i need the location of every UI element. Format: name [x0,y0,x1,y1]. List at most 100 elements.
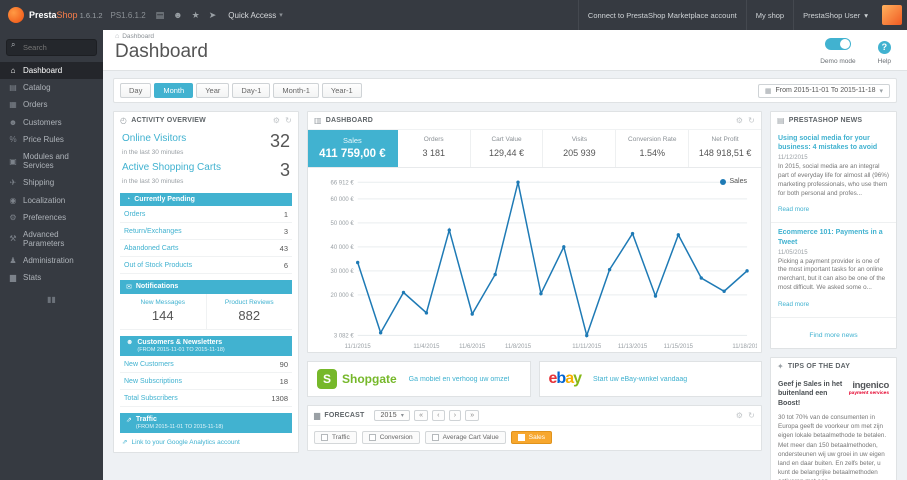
refresh-icon[interactable]: ↻ [748,411,755,420]
kpi-sales[interactable]: Sales 411 759,00 € [308,130,398,167]
metric-toggle-conversion[interactable]: Conversion [361,431,420,444]
module-promos: S Shopgate Ga mobiel en verhoog uw omzet… [307,361,762,397]
sidebar-item-dashboard[interactable]: ⌂ Dashboard [0,62,103,80]
filter-year-1-button[interactable]: Year-1 [321,83,362,98]
last-page-button[interactable]: » [465,410,480,421]
product-reviews[interactable]: Product Reviews 882 [205,294,293,330]
shipping-icon: ✈ [9,178,17,188]
customers-row: New Subscriptions 18 [120,373,292,391]
kpi-label: Sales [343,136,362,145]
abandoned-carts-link[interactable]: Abandoned Carts [124,245,178,252]
sidebar-item-administration[interactable]: ♟ Administration [0,252,103,269]
section-title: Customers & Newsletters [137,339,223,347]
kpi-value: 148 918,51 € [698,148,752,158]
quick-access-menu[interactable]: Quick Access ▾ [228,11,283,20]
kpi-cart-value[interactable]: Cart Value 129,44 € [471,130,544,167]
help-icon[interactable]: ? [877,41,891,54]
ingenico-brand: ingenico [852,379,889,391]
search-input[interactable] [6,39,97,56]
refresh-icon[interactable]: ↻ [285,116,292,125]
out-of-stock-value: 6 [283,260,288,270]
pending-row: Orders 1 [120,206,292,224]
sidebar-item-localization[interactable]: ◉ Localization [0,192,103,209]
filter-day-button[interactable]: Day [120,83,152,98]
filter-month-button[interactable]: Month [154,83,194,98]
next-page-button[interactable]: › [448,410,462,421]
filter-month-1-button[interactable]: Month-1 [273,83,319,98]
active-carts-sub: in the last 30 minutes [122,178,184,186]
gear-icon[interactable]: ⚙ [273,116,280,125]
ingenico-logo: ingenico payment services [849,379,890,408]
kpi-net-profit[interactable]: Net Profit 148 918,51 € [689,130,761,167]
out-of-stock-link[interactable]: Out of Stock Products [124,262,192,269]
my-shop-link[interactable]: My shop [745,0,793,30]
filter-day-1-button[interactable]: Day-1 [232,83,271,98]
refresh-icon[interactable]: ↻ [748,116,755,125]
sidebar-item-catalog[interactable]: ▤ Catalog [0,79,103,96]
sidebar-item-customers[interactable]: ☻ Customers [0,114,103,131]
metric-toggle-sales[interactable]: Sales [510,431,552,444]
shopgate-link[interactable]: Ga mobiel en verhoog uw omzet [409,376,510,383]
metric-toggle-traffic[interactable]: Traffic [314,431,357,444]
star-icon[interactable]: ★ [192,10,200,21]
sidebar-item-stats[interactable]: ▆ Stats [0,269,103,286]
kpi-label: Conversion Rate [628,136,677,143]
chart-legend[interactable]: Sales [720,178,747,185]
pending-returns-link[interactable]: Return/Exchanges [124,228,182,235]
new-subscriptions-link[interactable]: New Subscriptions [124,378,182,385]
date-range-picker[interactable]: ▦ From 2015-11-01 To 2015-11-18 ▾ [757,83,890,98]
sidebar-item-modules[interactable]: ▣ Modules and Services [0,148,103,174]
shopgate-promo[interactable]: S Shopgate Ga mobiel en verhoog uw omzet [307,361,531,397]
avatar[interactable] [882,5,902,25]
news-article-date: 11/05/2015 [778,249,808,256]
year-select[interactable]: 2015 ▾ [374,410,411,421]
sidebar-item-label: Customers [23,117,62,127]
gear-icon[interactable]: ⚙ [736,411,743,420]
gear-icon[interactable]: ⚙ [736,116,743,125]
cart-icon[interactable]: ▤ [156,10,165,21]
sidebar-item-price-rules[interactable]: % Price Rules [0,131,103,148]
find-more-news-link[interactable]: Find more news [809,332,857,339]
news-article-link[interactable]: Using social media for your business: 4 … [778,134,889,152]
marketplace-link[interactable]: Connect to PrestaShop Marketplace accoun… [577,0,746,30]
legend-dot-icon [720,178,727,185]
sidebar-item-shipping[interactable]: ✈ Shipping [0,174,103,191]
sidebar-item-orders[interactable]: ▦ Orders [0,96,103,113]
new-customers-link[interactable]: New Customers [124,361,174,368]
kpi-visits[interactable]: Visits 205 939 [543,130,617,167]
total-subscribers-link[interactable]: Total Subscribers [124,395,178,402]
read-more-link[interactable]: Read more [778,206,809,213]
kpi-conversion-rate[interactable]: Conversion Rate 1.54% [616,130,690,167]
sales-chart-area: Sales 66 912 € 60 000 € 50 000 € 40 000 € 30… [308,168,761,352]
sidebar-item-label: Modules and Services [23,151,69,171]
rocket-icon[interactable]: ➤ [209,10,217,21]
prev-page-button[interactable]: ‹ [432,410,445,421]
read-more-link[interactable]: Read more [778,301,809,308]
kpi-orders[interactable]: Orders 3 181 [398,130,471,167]
pending-orders-link[interactable]: Orders [124,211,145,218]
ebay-link[interactable]: Start uw eBay-winkel vandaag [593,376,687,383]
filter-year-button[interactable]: Year [196,83,230,98]
first-page-button[interactable]: « [414,410,429,421]
year-select-value: 2015 [380,412,397,419]
sidebar-item-label: Shipping [23,178,55,188]
ebay-promo[interactable]: ebay Start uw eBay-winkel vandaag [538,361,762,397]
new-messages[interactable]: New Messages 144 [120,294,206,329]
demo-mode-toggle[interactable] [824,38,851,50]
stats-icon: ▆ [9,273,17,283]
user-menu[interactable]: PrestaShop User ▾ [793,0,877,30]
active-carts-link[interactable]: Active Shopping Carts [122,162,221,173]
breadcrumb[interactable]: ⌂ Dashboard [115,33,895,40]
sidebar-item-advanced-parameters[interactable]: ⚒ Advanced Parameters [0,226,103,252]
toggle-knob [839,39,850,49]
prestashop-logo-icon[interactable] [8,7,24,23]
online-visitors-link[interactable]: Online Visitors [122,133,186,144]
google-analytics-link[interactable]: Link to your Google Analytics account [131,439,239,446]
sidebar-item-preferences[interactable]: ⚙ Preferences [0,209,103,226]
customers-icon[interactable]: ☻ [173,10,182,21]
sidebar-collapse-button[interactable]: ▮▮ [0,287,103,312]
news-article-link[interactable]: Ecommerce 101: Payments in a Tweet [778,228,889,246]
metric-toggle-average-cart-value[interactable]: Average Cart Value [424,431,506,444]
panel-actions: ⚙ ↻ [736,411,755,420]
dashboard-columns: ◴ ACTIVITY OVERVIEW ⚙ ↻ Online Visitors … [113,111,897,480]
